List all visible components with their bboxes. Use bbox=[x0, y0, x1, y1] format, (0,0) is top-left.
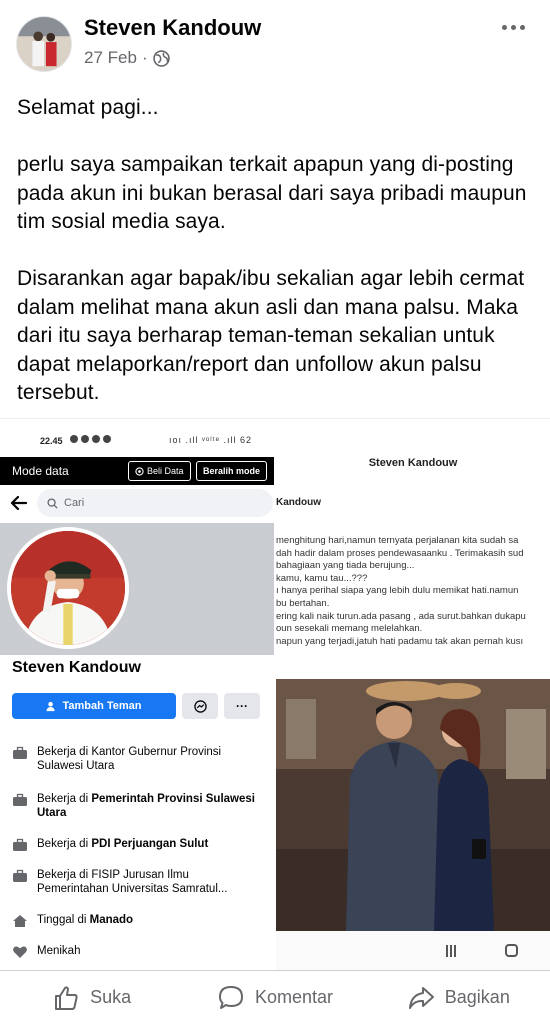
profile-more-button: ··· bbox=[224, 693, 260, 719]
status-signal: ıoı .ıll ᵛᵒˡᵗᵉ .ıll 62 bbox=[168, 435, 252, 445]
post-meta: 27 Feb · bbox=[84, 48, 170, 68]
share-label: Bagikan bbox=[444, 987, 510, 1007]
like-label: Suka bbox=[90, 987, 132, 1007]
thumbs-up-icon bbox=[55, 985, 78, 1010]
info-work-4: Bekerja di FISIP Jurusan Ilmu Pemerintah… bbox=[12, 868, 262, 896]
home-button-icon bbox=[505, 944, 518, 957]
phone-status-bar: 22.45 ıoı .ıll ᵛᵒˡᵗᵉ .ıll 62 bbox=[0, 419, 274, 457]
info-relationship: Menikah bbox=[12, 944, 262, 959]
comment-button[interactable]: Komentar bbox=[183, 971, 366, 1024]
caption-line: bahagiaan yang tiada berujung... bbox=[276, 560, 415, 572]
beralih-mode-button: Beralih mode bbox=[196, 461, 268, 481]
like-button[interactable]: Suka bbox=[0, 971, 183, 1024]
info-lives-in: Tinggal di Manado bbox=[12, 913, 262, 928]
status-time: 22.45 bbox=[40, 436, 63, 446]
post-more-button[interactable] bbox=[498, 12, 528, 42]
author-avatar[interactable] bbox=[16, 16, 72, 72]
post-paragraph: perlu saya sampaikan terkait apapun yang… bbox=[17, 153, 527, 233]
comment-icon bbox=[218, 985, 243, 1009]
profile-picture bbox=[7, 527, 129, 649]
more-dot bbox=[501, 24, 507, 30]
author-name[interactable]: Steven Kandouw bbox=[84, 15, 261, 41]
add-friend-button: Tambah Teman bbox=[12, 693, 176, 719]
post-date[interactable]: 27 Feb bbox=[84, 48, 137, 68]
caption-line: oun sesekali memang melelahkan. bbox=[276, 623, 423, 635]
caption-line: ering kali naik turun.ada pasang , ada s… bbox=[276, 610, 526, 622]
share-icon bbox=[408, 986, 434, 1009]
profile-name: Steven Kandouw bbox=[12, 659, 141, 676]
caption-line: menghitung hari,namun ternyata perjalana… bbox=[276, 535, 519, 546]
beli-data-button: Beli Data bbox=[128, 461, 191, 481]
caption-text: menghitung hari,namun ternyata perjalana… bbox=[276, 535, 550, 648]
back-arrow-icon bbox=[10, 495, 28, 511]
notification-icons bbox=[70, 435, 111, 443]
attached-image[interactable]: 22.45 ıoı .ıll ᵛᵒˡᵗᵉ .ıll 62 Mode data B… bbox=[0, 418, 550, 970]
data-mode-bar: Mode data Beli Data Beralih mode bbox=[0, 457, 274, 485]
info-work-2: Bekerja di Pemerintah Provinsi Sulawesi … bbox=[12, 792, 262, 820]
share-button[interactable]: Bagikan bbox=[367, 971, 550, 1024]
fb-search-field: Cari bbox=[37, 489, 273, 517]
phone-nav-bar bbox=[276, 931, 550, 970]
info-work-3: Bekerja di PDI Perjuangan Sulut bbox=[12, 837, 262, 852]
heart-icon bbox=[13, 946, 27, 958]
add-friend-icon bbox=[46, 701, 56, 711]
messenger-button bbox=[182, 693, 218, 719]
caption-line: napun yang terjadi,jatuh hati padamu tak… bbox=[276, 635, 524, 647]
fb-search-row: Cari bbox=[0, 485, 274, 523]
caption-line: dah hadir dalam proses pendewasaanku . T… bbox=[276, 547, 524, 559]
caption-screenshot: Steven Kandouw Kandouw menghitung hari,n… bbox=[276, 419, 550, 970]
briefcase-icon bbox=[13, 838, 27, 851]
comment-label: Komentar bbox=[254, 987, 334, 1007]
couple-photo bbox=[276, 679, 550, 931]
search-icon bbox=[47, 497, 58, 509]
mode-data-label: Mode data bbox=[12, 464, 69, 478]
post-text: Selamat pagi... perlu saya sampaikan ter… bbox=[17, 94, 537, 408]
globe-icon bbox=[152, 49, 170, 67]
info-work-1: Bekerja di Kantor Gubernur Provinsi Sula… bbox=[12, 745, 262, 773]
messenger-icon bbox=[193, 699, 207, 713]
caption-line: ı hanya perihal siapa yang lebih dulu me… bbox=[276, 585, 519, 597]
meta-separator: · bbox=[141, 48, 148, 67]
post-paragraph: Disarankan agar bapak/ibu sekalian agar … bbox=[17, 267, 525, 404]
post-header: Steven Kandouw 27 Feb · bbox=[0, 0, 550, 80]
caption-author-short: Kandouw bbox=[276, 497, 321, 508]
briefcase-icon bbox=[13, 793, 27, 806]
caption-line: kamu, kamu tau...??? bbox=[276, 572, 368, 584]
post-action-bar: Suka Komentar Bagikan bbox=[0, 970, 550, 1024]
more-dot bbox=[519, 24, 525, 30]
home-icon bbox=[13, 915, 27, 927]
briefcase-icon bbox=[13, 869, 27, 882]
post-paragraph: Selamat pagi... bbox=[17, 96, 159, 119]
profile-screenshot: 22.45 ıoı .ıll ᵛᵒˡᵗᵉ .ıll 62 Mode data B… bbox=[0, 419, 274, 970]
recent-apps-icon bbox=[446, 945, 458, 957]
beli-data-label: Beli Data bbox=[147, 466, 184, 476]
briefcase-icon bbox=[13, 746, 27, 759]
add-friend-label: Tambah Teman bbox=[62, 700, 142, 712]
more-dot bbox=[510, 24, 516, 30]
caption-author: Steven Kandouw bbox=[368, 457, 458, 469]
caption-line: bu bertahan. bbox=[276, 597, 330, 609]
search-placeholder: Cari bbox=[64, 497, 85, 509]
